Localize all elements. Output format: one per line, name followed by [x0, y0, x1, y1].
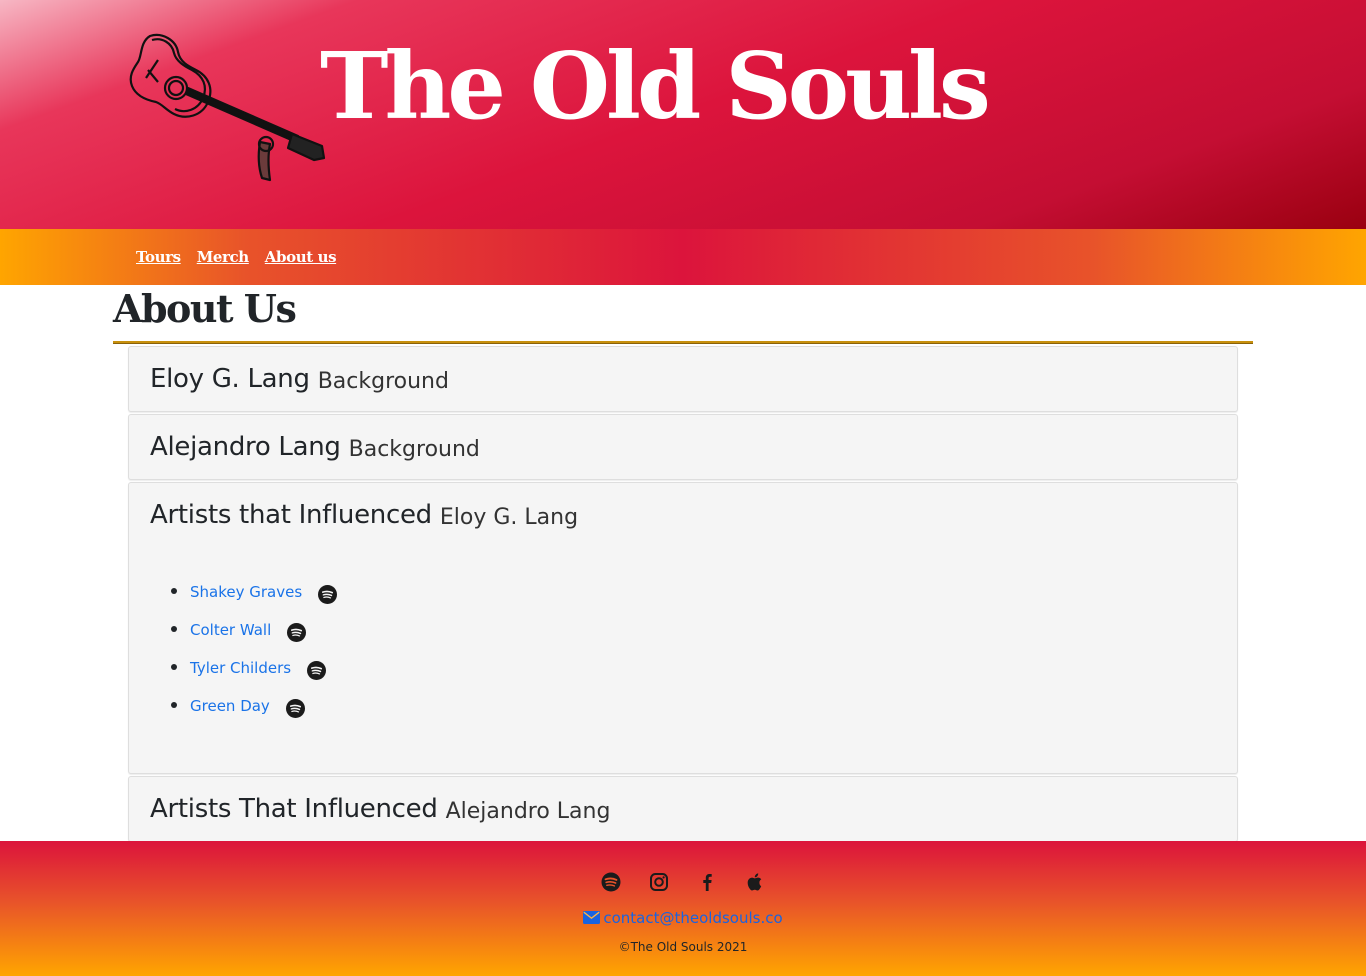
artist-link-green-day[interactable]: Green Day: [190, 697, 270, 715]
social-links: [0, 871, 1366, 893]
accordion-header[interactable]: Artists that Influenced Eloy G. Lang: [129, 483, 1237, 547]
accordion-title: Artists That Influenced: [150, 794, 438, 824]
list-item: Shakey Graves: [171, 573, 1237, 611]
spotify-icon[interactable]: [318, 584, 338, 604]
accordion-title: Alejandro Lang: [150, 432, 341, 462]
site-footer: contact@theoldsouls.co ©The Old Souls 20…: [0, 841, 1366, 976]
contact-line: contact@theoldsouls.co: [0, 909, 1366, 927]
contact-email-link[interactable]: contact@theoldsouls.co: [603, 909, 782, 927]
nav-link-about-us[interactable]: About us: [265, 248, 337, 266]
accordion-body: Shakey Graves Colter Wall Tyler Childers: [129, 547, 1237, 773]
about-accordion: Eloy G. Lang Background Alejandro Lang B…: [128, 346, 1238, 844]
main-nav: Tours Merch About us: [0, 229, 1366, 285]
accordion-header[interactable]: Alejandro Lang Background: [129, 415, 1237, 479]
accordion-header[interactable]: Eloy G. Lang Background: [129, 347, 1237, 411]
page-title: About Us: [113, 286, 297, 331]
nav-link-merch[interactable]: Merch: [197, 248, 249, 266]
accordion-item-alejandro-influences: Artists That Influenced Alejandro Lang: [128, 776, 1238, 842]
apple-icon[interactable]: [744, 871, 766, 893]
spotify-icon[interactable]: [287, 622, 307, 642]
accordion-item-eloy-background: Eloy G. Lang Background: [128, 346, 1238, 412]
accordion-item-alejandro-background: Alejandro Lang Background: [128, 414, 1238, 480]
accordion-title: Eloy G. Lang: [150, 364, 310, 394]
copyright-text: ©The Old Souls 2021: [618, 940, 748, 954]
accordion-subtitle: Eloy G. Lang: [439, 504, 579, 530]
nav-link-tours[interactable]: Tours: [136, 248, 181, 266]
accordion-subtitle: Background: [317, 368, 449, 394]
artist-link-shakey-graves[interactable]: Shakey Graves: [190, 583, 302, 601]
heading-divider: [113, 341, 1253, 344]
accordion-header[interactable]: Artists That Influenced Alejandro Lang: [129, 777, 1237, 841]
accordion-subtitle: Background: [348, 436, 480, 462]
accordion-item-eloy-influences: Artists that Influenced Eloy G. Lang Sha…: [128, 482, 1238, 774]
spotify-icon[interactable]: [600, 871, 622, 893]
facebook-icon[interactable]: [696, 871, 718, 893]
list-item: Colter Wall: [171, 611, 1237, 649]
site-header: The Old Souls: [0, 0, 1366, 229]
artist-list: Shakey Graves Colter Wall Tyler Childers: [129, 573, 1237, 725]
site-title: The Old Souls: [320, 32, 991, 140]
accordion-subtitle: Alejandro Lang: [445, 798, 611, 824]
list-item: Green Day: [171, 687, 1237, 725]
instagram-icon[interactable]: [648, 871, 670, 893]
list-item: Tyler Childers: [171, 649, 1237, 687]
envelope-icon: [583, 911, 601, 924]
artist-link-tyler-childers[interactable]: Tyler Childers: [190, 659, 291, 677]
accordion-title: Artists that Influenced: [150, 500, 432, 530]
artist-link-colter-wall[interactable]: Colter Wall: [190, 621, 271, 639]
spotify-icon[interactable]: [285, 698, 305, 718]
guitar-logo-icon[interactable]: [128, 30, 328, 198]
spotify-icon[interactable]: [307, 660, 327, 680]
